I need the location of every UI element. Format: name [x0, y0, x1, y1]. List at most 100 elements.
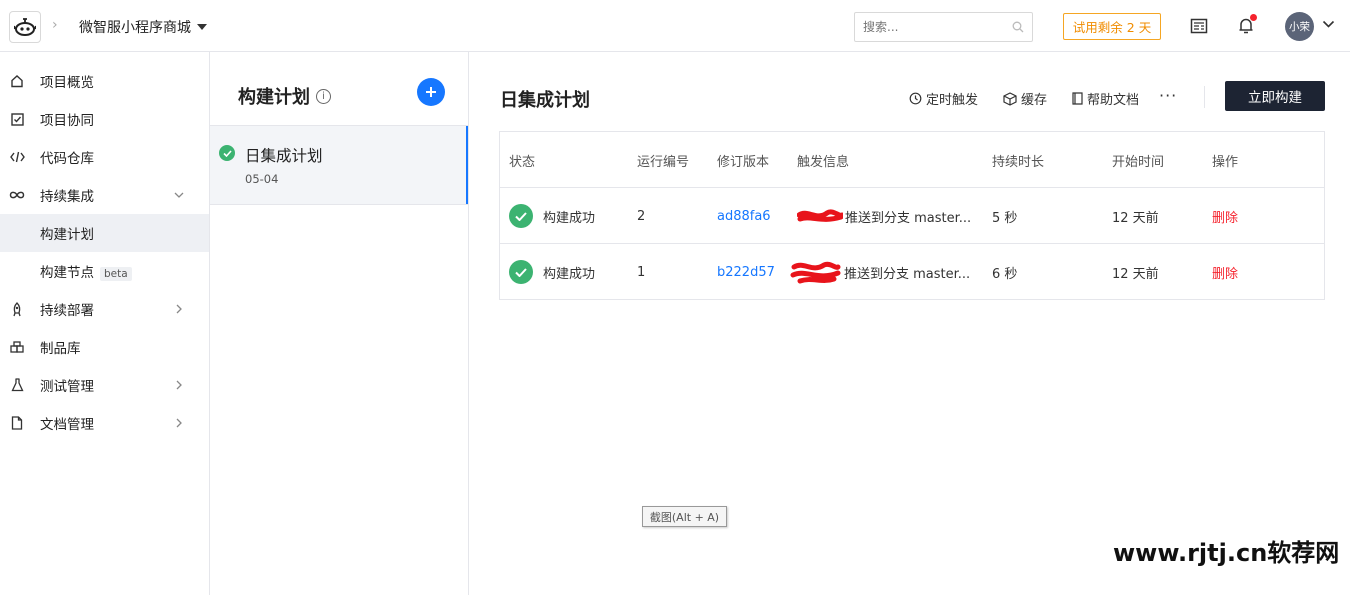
status-cell: 构建成功 [509, 188, 595, 244]
column-header: 状态 [509, 154, 536, 170]
plans-panel: 构建计划 i 日集成计划 05-04 [210, 52, 469, 595]
sidebar-item-build-nodes[interactable]: 构建节点 beta [0, 252, 209, 290]
sidebar-item-docs[interactable]: 文档管理 [0, 404, 209, 442]
sidebar-item-label: 项目协同 [40, 113, 94, 129]
help-docs-button[interactable]: 帮助文档 [1072, 89, 1139, 108]
avatar[interactable]: 小荣 [1285, 12, 1314, 41]
chevron-right-icon: › [52, 17, 58, 33]
clock-icon [909, 92, 922, 105]
search-input[interactable] [863, 20, 1012, 34]
divider [1204, 86, 1205, 108]
trigger-cell: 推送到分支 master... [797, 188, 971, 244]
start-time: 12 天前 [1112, 266, 1159, 282]
delete-link[interactable]: 删除 [1212, 244, 1238, 300]
trigger-cell: 推送到分支 master... [790, 244, 970, 300]
trial-badge[interactable]: 试用剩余 2 天 [1063, 13, 1161, 40]
status-text: 构建成功 [543, 210, 596, 226]
delete-link[interactable]: 删除 [1212, 188, 1238, 244]
sidebar-item-collab[interactable]: 项目协同 [0, 100, 209, 138]
success-icon [509, 204, 533, 228]
sidebar-item-ci[interactable]: 持续集成 [0, 176, 209, 214]
sidebar-item-label: 持续部署 [40, 303, 94, 319]
logo-icon [14, 18, 36, 36]
chevron-down-icon [174, 190, 184, 200]
duration: 6 秒 [992, 266, 1018, 282]
sidebar-item-label: 构建计划 [40, 227, 94, 243]
column-header: 持续时长 [992, 154, 1045, 170]
status-cell: 构建成功 [509, 244, 595, 300]
notification-dot [1250, 14, 1257, 21]
chevron-down-icon[interactable] [1322, 20, 1335, 29]
runs-table: 状态 运行编号 修订版本 触发信息 持续时长 开始时间 操作 构建成功 2 ad… [499, 131, 1325, 300]
column-header: 触发信息 [797, 154, 850, 170]
plan-name: 日集成计划 [245, 147, 323, 165]
app-logo[interactable] [9, 11, 41, 43]
document-icon [9, 415, 25, 431]
book-icon [1072, 92, 1083, 105]
revision-link[interactable]: b222d57 [717, 244, 775, 300]
more-icon[interactable]: ··· [1159, 86, 1177, 105]
sidebar-item-label: 项目概览 [40, 75, 94, 91]
duration: 5 秒 [992, 210, 1018, 226]
cache-button[interactable]: 缓存 [1003, 89, 1047, 108]
column-header: 修订版本 [717, 154, 770, 170]
plans-title-text: 构建计划 [238, 87, 310, 108]
sidebar-item-artifacts[interactable]: 制品库 [0, 328, 209, 366]
help-docs-label: 帮助文档 [1087, 93, 1140, 108]
active-indicator [466, 126, 468, 204]
table-header: 状态 运行编号 修订版本 触发信息 持续时长 开始时间 操作 [500, 132, 1324, 188]
sidebar: 项目概览 项目协同 代码仓库 持续集成 构建计划 构建节点 beta 持续部署 [0, 52, 210, 595]
success-icon [219, 145, 235, 161]
project-switcher[interactable]: 微智服小程序商城 [79, 17, 207, 37]
search-icon [1012, 21, 1024, 33]
plus-icon [426, 87, 436, 97]
table-row[interactable]: 构建成功 2 ad88fa6 推送到分支 master... 5 秒 12 天前… [500, 188, 1324, 244]
sidebar-item-cd[interactable]: 持续部署 [0, 290, 209, 328]
chevron-right-icon [174, 304, 184, 314]
plans-title: 构建计划 i [238, 83, 331, 109]
main-content: 日集成计划 定时触发 缓存 帮助文档 ··· 立即构建 状态 运行编号 修订版本… [469, 52, 1350, 595]
bell-icon[interactable] [1235, 14, 1257, 37]
revision-link[interactable]: ad88fa6 [717, 188, 771, 244]
start-time: 12 天前 [1112, 210, 1159, 226]
top-bar: › 微智服小程序商城 试用剩余 2 天 小荣 [0, 0, 1350, 52]
sidebar-item-label: 代码仓库 [40, 151, 94, 167]
info-icon[interactable]: i [316, 88, 331, 104]
search-box[interactable] [854, 12, 1033, 42]
flask-icon [9, 377, 25, 393]
redaction-mark [790, 261, 841, 284]
sidebar-item-label: 文档管理 [40, 417, 94, 433]
sidebar-item-build-plans[interactable]: 构建计划 [0, 214, 209, 252]
table-row[interactable]: 构建成功 1 b222d57 推送到分支 master... 6 秒 12 天前… [500, 244, 1324, 300]
sidebar-item-overview[interactable]: 项目概览 [0, 62, 209, 100]
screenshot-tooltip: 截图(Alt + A) [642, 506, 727, 527]
cube-icon [1003, 91, 1017, 106]
sidebar-item-repo[interactable]: 代码仓库 [0, 138, 209, 176]
code-icon [9, 149, 25, 165]
add-plan-button[interactable] [417, 78, 445, 106]
home-icon [9, 73, 25, 89]
checkbox-icon [9, 111, 25, 127]
plan-date: 05-04 [245, 172, 279, 186]
timer-trigger-label: 定时触发 [926, 93, 979, 108]
plan-card[interactable]: 日集成计划 05-04 [210, 125, 468, 205]
beta-badge: beta [100, 267, 132, 281]
timer-trigger-button[interactable]: 定时触发 [909, 89, 978, 108]
sidebar-item-text: 构建节点 [40, 265, 94, 281]
sidebar-item-label: 测试管理 [40, 379, 94, 395]
redaction-mark [797, 209, 843, 222]
trigger-text: 推送到分支 master... [845, 210, 972, 226]
news-icon[interactable] [1188, 15, 1210, 37]
watermark: www.rjtj.cn软荐网 [1113, 539, 1340, 567]
infinity-icon [9, 187, 25, 203]
sidebar-item-testing[interactable]: 测试管理 [0, 366, 209, 404]
build-now-button[interactable]: 立即构建 [1225, 81, 1325, 111]
trigger-text: 推送到分支 master... [844, 266, 971, 282]
status-text: 构建成功 [543, 266, 596, 282]
rocket-icon [9, 301, 25, 317]
cache-label: 缓存 [1021, 93, 1048, 108]
sidebar-item-label: 制品库 [40, 341, 81, 357]
column-header: 开始时间 [1112, 154, 1165, 170]
package-icon [9, 339, 25, 355]
run-number: 1 [637, 264, 646, 280]
